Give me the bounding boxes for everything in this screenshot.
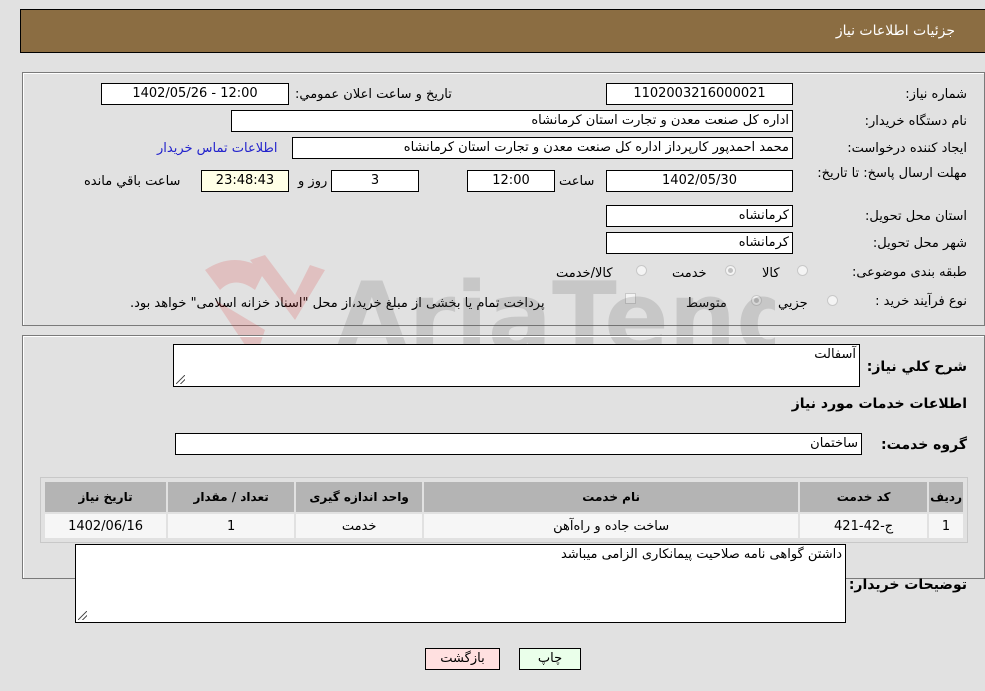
deadline-time-field: 12:00 [467,170,555,192]
resize-grip-icon[interactable] [176,375,185,384]
buyer-notes-text: داشتن گواهی نامه صلاحیت پیمانکاری الزامی… [560,547,842,562]
back-button[interactable]: بازگشت [425,648,500,670]
deadline-time-label: ساعت [559,174,595,189]
page-header: جزئیات اطلاعات نیاز [20,9,985,53]
col-unit: واحد اندازه گیری [296,482,423,512]
treasury-checkbox[interactable] [625,293,636,304]
process-radio-medium[interactable] [751,295,762,306]
need-number-label: شماره نیاز: [905,87,967,102]
days-label: روز و [298,174,328,189]
table-row: 1 ج-42-421 ساخت جاده و راه‌آهن خدمت 1 14… [45,514,963,538]
process-option-medium: متوسط [686,296,727,311]
buyer-contact-link[interactable]: اطلاعات تماس خریدار [157,141,277,156]
cell-need-date: 1402/06/16 [45,514,167,538]
time-remaining-label: ساعت باقي مانده [84,174,181,189]
services-heading: اطلاعات خدمات مورد نیاز [791,396,967,412]
resize-grip-icon[interactable] [78,611,87,620]
buyer-org-label: نام دستگاه خریدار: [864,114,967,129]
deadline-date-field: 1402/05/30 [606,170,793,192]
cell-service-code: ج-42-421 [800,514,928,538]
services-table: ردیف کد خدمت نام خدمت واحد اندازه گیری ت… [40,477,968,543]
city-label: شهر محل تحویل: [872,236,967,251]
page-title: جزئیات اطلاعات نیاز [835,23,955,39]
announce-date-field: 1402/05/26 - 12:00 [101,83,289,105]
treasury-note: پرداخت تمام یا بخشی از مبلغ خرید،از محل … [130,296,545,311]
col-service-code: کد خدمت [800,482,928,512]
table-header-row: ردیف کد خدمت نام خدمت واحد اندازه گیری ت… [45,482,963,512]
col-quantity: تعداد / مقدار [168,482,295,512]
category-radio-goods-service[interactable] [636,265,647,276]
summary-label: شرح کلي نیاز: [866,359,967,375]
process-option-minor: جزيي [778,296,808,311]
process-radio-minor[interactable] [827,295,838,306]
province-field: کرمانشاه [606,205,793,227]
cell-row-number: 1 [929,514,963,538]
creator-label: ایجاد کننده درخواست: [847,141,967,156]
col-row-number: ردیف [929,482,963,512]
col-service-name: نام خدمت [424,482,799,512]
province-label: استان محل تحویل: [865,209,967,224]
deadline-label: مهلت ارسال پاسخ: تا تاریخ: [817,166,967,181]
buyer-org-field: اداره کل صنعت معدن و تجارت استان کرمانشا… [231,110,793,132]
category-label: طبقه بندی موضوعی: [851,265,967,280]
category-radio-goods[interactable] [797,265,808,276]
category-option-goods-service: کالا/خدمت [556,266,613,281]
need-number-field: 1102003216000021 [606,83,793,105]
time-remaining-field: 23:48:43 [201,170,289,192]
cell-service-name: ساخت جاده و راه‌آهن [424,514,799,538]
city-field: کرمانشاه [606,232,793,254]
summary-text: آسفالت [814,347,856,362]
process-label: نوع فرآیند خرید : [875,294,967,309]
print-button[interactable]: چاپ [519,648,581,670]
service-group-label: گروه خدمت: [881,437,967,453]
category-option-goods: کالا [762,266,780,281]
service-group-field: ساختمان [175,433,862,455]
category-option-service: خدمت [672,266,707,281]
announce-label: تاریخ و ساعت اعلان عمومي: [295,87,452,102]
col-need-date: تاریخ نیاز [45,482,167,512]
buyer-notes-label: توضیحات خریدار: [848,577,967,593]
creator-field: محمد احمدپور کارپرداز اداره کل صنعت معدن… [292,137,793,159]
buyer-notes-textarea[interactable]: داشتن گواهی نامه صلاحیت پیمانکاری الزامی… [75,544,846,623]
summary-textarea[interactable]: آسفالت [173,344,860,387]
cell-quantity: 1 [168,514,295,538]
days-remaining-field: 3 [331,170,419,192]
category-radio-service[interactable] [725,265,736,276]
cell-unit: خدمت [296,514,423,538]
